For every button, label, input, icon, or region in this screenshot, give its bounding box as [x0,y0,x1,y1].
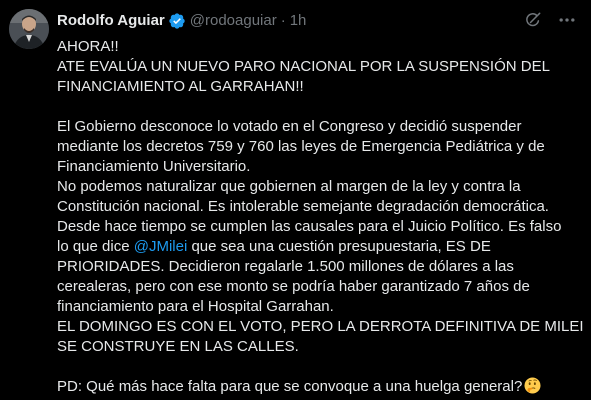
author-display-name[interactable]: Rodolfo Aguiar [57,11,165,31]
tweet-line: Desde hace tiempo se cumplen las causale… [57,218,562,235]
tweet-actions [523,10,577,30]
tweet-header: Rodolfo Aguiar @rodoaguiar · 1h [57,11,306,31]
tweet-line: No podemos naturalizar que gobiernen al … [57,178,521,195]
tweet-timestamp[interactable]: 1h [290,11,307,31]
header-separator: · [280,12,286,29]
tweet-text-fragment: que sea una cuestión presupuestaria, ES … [187,238,491,255]
tweet-line-with-emoji: PD: Qué más hace falta para que se convo… [57,377,582,397]
tweet-line: SE CONSTRUYE EN LAS CALLES. [57,338,299,355]
tweet-line: mediante los decretos 759 y 760 las leye… [57,138,545,155]
tweet-card[interactable]: Rodolfo Aguiar @rodoaguiar · 1h AHORA!! … [0,0,591,400]
tweet-line: El Gobierno desconoce lo votado en el Co… [57,118,522,135]
tweet-line: AHORA!! [57,38,119,55]
tweet-line: EL DOMINGO ES CON EL VOTO, PERO LA DERRO… [57,318,584,335]
tweet-line: cerealeras, pero con ese monto se podría… [57,278,530,295]
tweet-text: AHORA!! ATE EVALÚA UN NUEVO PARO NACIONA… [57,37,584,397]
author-handle[interactable]: @rodoaguiar [190,11,277,31]
thinking-face-emoji-icon [524,377,541,394]
tweet-line-with-mention: lo que dice @JMilei que sea una cuestión… [57,237,582,257]
tweet-line: FINANCIAMIENTO AL GARRAHAN!! [57,78,304,95]
more-options-icon[interactable] [557,10,577,30]
tweet-line: Financiamiento Universitario. [57,158,251,175]
grok-icon[interactable] [523,10,543,30]
tweet-line: ATE EVALÚA UN NUEVO PARO NACIONAL POR LA… [57,58,550,75]
tweet-line: PRIORIDADES. Decidieron regalarle 1.500 … [57,258,514,275]
avatar[interactable] [9,9,49,49]
mention-link[interactable]: @JMilei [134,238,188,255]
verified-badge-icon[interactable] [168,12,186,30]
tweet-text-fragment: PD: Qué más hace falta para que se convo… [57,378,523,395]
tweet-line: financiamiento para el Hospital Garrahan… [57,298,334,315]
tweet-text-fragment: lo que dice [57,238,134,255]
tweet-line: Constitución nacional. Es intolerable se… [57,198,549,215]
